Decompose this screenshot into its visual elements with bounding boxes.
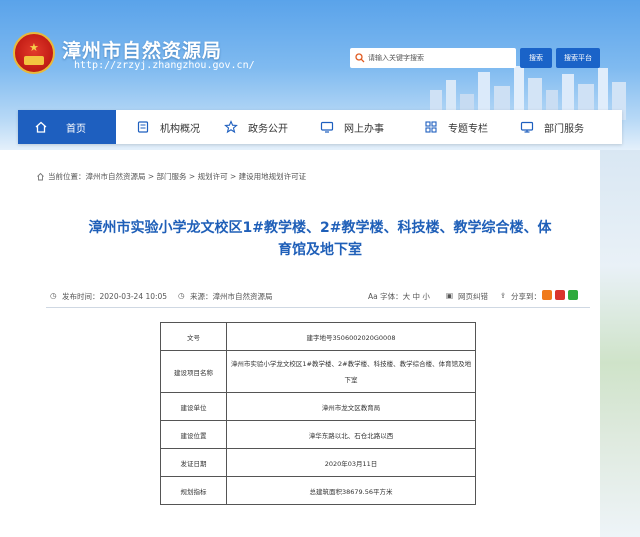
table-row: 发证日期 2020年03月11日 [160, 448, 476, 477]
publish-time: 发布时间：2020-03-24 10:05 [62, 292, 168, 301]
search-input[interactable] [368, 50, 513, 66]
location-icon [37, 172, 44, 181]
permit-info-table: 文号 建字地号3506002020G0008 建设项目名称 漳州市实验小学龙文校… [160, 322, 476, 505]
share-label: 分享到： [511, 292, 541, 301]
breadcrumb-text[interactable]: 当前位置：漳州市自然资源局 > 部门服务 > 规划许可 > 建设用地规划许可证 [48, 171, 306, 182]
star-icon [224, 120, 238, 134]
table-key: 文号 [160, 322, 227, 351]
table-row: 建设项目名称 漳州市实验小学龙文校区1#教学楼、2#教学楼、科技楼、教学综合楼、… [160, 350, 476, 393]
search-box [350, 48, 516, 68]
national-emblem-icon: ★ [13, 32, 55, 74]
page-title: 漳州市实验小学龙文校区1#教学楼、2#教学楼、科技楼、教学综合楼、体 育馆及地下… [60, 217, 580, 261]
nav-item-label: 首页 [66, 123, 86, 135]
nav-item-topics[interactable]: 专题专栏 [408, 110, 506, 144]
table-value: 漳华东路以北、石仓北路以西 [226, 420, 476, 449]
nav-item-label: 网上办事 [344, 123, 384, 135]
site-url: http://zrzyj.zhangzhou.gov.cn/ [74, 60, 255, 71]
search-platform-button[interactable]: 搜索平台 [556, 48, 600, 68]
table-row: 规划指标 总建筑面积38679.56平方米 [160, 476, 476, 505]
search-icon [355, 53, 365, 63]
error-correct-link[interactable]: 网页纠错 [458, 291, 488, 302]
share-wechat-icon[interactable] [568, 290, 578, 300]
title-line-1: 漳州市实验小学龙文校区1#教学楼、2#教学楼、科技楼、教学综合楼、体 [88, 220, 552, 236]
meta-divider [46, 307, 590, 308]
title-line-2: 育馆及地下室 [278, 242, 362, 258]
table-row: 建设位置 漳华东路以北、石仓北路以西 [160, 420, 476, 449]
nav-item-org[interactable]: 机构概况 [116, 110, 208, 144]
nav-item-dept-service[interactable]: 部门服务 [506, 110, 616, 144]
table-value: 总建筑面积38679.56平方米 [226, 476, 476, 505]
table-value: 漳州市龙文区教育局 [226, 392, 476, 421]
table-key: 建设单位 [160, 392, 227, 421]
site-title[interactable]: 漳州市自然资源局 [62, 36, 222, 63]
font-size-control[interactable]: Aa 字体：大 中 小 [368, 291, 430, 302]
org-icon [137, 121, 149, 133]
screen-icon [520, 121, 534, 133]
search-button[interactable]: 搜索 [520, 48, 552, 68]
table-value: 漳州市实验小学龙文校区1#教学楼、2#教学楼、科技楼、教学综合楼、体育馆及地下室 [226, 350, 476, 393]
table-key: 建设位置 [160, 420, 227, 449]
breadcrumb: 当前位置：漳州市自然资源局 > 部门服务 > 规划许可 > 建设用地规划许可证 [36, 171, 306, 182]
monitor-icon [320, 121, 334, 133]
nav-item-home[interactable]: 首页 [18, 110, 116, 144]
table-row: 文号 建字地号3506002020G0008 [160, 322, 476, 351]
error-correct-icon: ▣ [446, 291, 454, 300]
table-key: 建设项目名称 [160, 350, 227, 393]
share-qzone-icon[interactable] [542, 290, 552, 300]
nav-item-label: 部门服务 [544, 123, 584, 135]
nav-item-gov-affairs[interactable]: 政务公开 [208, 110, 306, 144]
share-icon: ⇪ [500, 291, 507, 300]
main-nav: 首页 机构概况 政务公开 网上办事 专题专栏 部门服务 [18, 110, 622, 144]
source-icon: ◷ [178, 291, 185, 300]
table-value: 建字地号3506002020G0008 [226, 322, 476, 351]
nav-item-online-service[interactable]: 网上办事 [306, 110, 408, 144]
nav-item-label: 专题专栏 [448, 123, 488, 135]
table-key: 规划指标 [160, 476, 227, 505]
share-weibo-icon[interactable] [555, 290, 565, 300]
table-key: 发证日期 [160, 448, 227, 477]
grid-icon [425, 121, 437, 133]
nav-item-label: 机构概况 [160, 123, 200, 135]
nav-item-label: 政务公开 [248, 123, 288, 135]
table-row: 建设单位 漳州市龙文区教育局 [160, 392, 476, 421]
clock-icon: ◷ [50, 291, 57, 300]
side-landscape-image [600, 150, 640, 537]
table-value: 2020年03月11日 [226, 448, 476, 477]
source: 来源：漳州市自然资源局 [190, 292, 273, 301]
home-icon [35, 121, 47, 133]
article-meta: ◷ 发布时间：2020-03-24 10:05 ◷ 来源：漳州市自然资源局 Aa… [50, 291, 590, 303]
